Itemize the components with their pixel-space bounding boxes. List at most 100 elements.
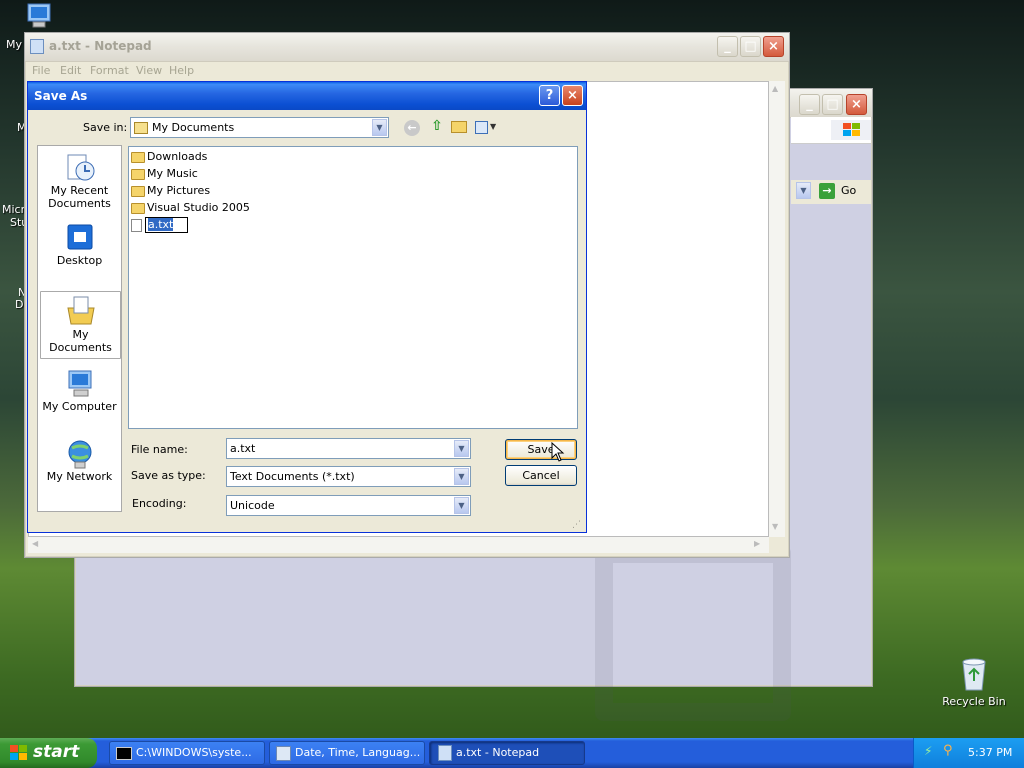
clock[interactable]: 5:37 PM (968, 746, 1012, 759)
scroll-left-icon[interactable]: ◀ (32, 539, 38, 548)
file-name-label: File name: (131, 443, 188, 456)
computer-icon (27, 3, 51, 28)
save-in-dropdown[interactable]: My Documents ▼ (130, 117, 389, 138)
dropdown-arrow-icon[interactable]: ▼ (454, 440, 469, 457)
mouse-cursor-icon (551, 442, 565, 462)
list-item[interactable]: Visual Studio 2005 (131, 200, 250, 216)
file-name: Visual Studio 2005 (147, 201, 250, 214)
menu-view[interactable]: View (136, 64, 162, 77)
menu-file[interactable]: File (32, 64, 50, 77)
save-as-dialog: Save As ? × Save in: My Documents ▼ ← ⇧ … (27, 81, 587, 533)
folder-icon (131, 151, 145, 163)
address-dropdown-arrow[interactable]: ▼ (796, 182, 811, 199)
chevron-down-icon: ▼ (490, 122, 497, 131)
menu-edit[interactable]: Edit (60, 64, 81, 77)
close-button[interactable]: × (562, 85, 583, 106)
recycle-bin-icon (962, 658, 986, 691)
places-bar: My Recent Documents Desktop My Documents… (37, 145, 122, 512)
resize-grip-icon[interactable]: ⋰ (572, 520, 581, 530)
taskbar-item-date-time[interactable]: Date, Time, Languag... (269, 741, 425, 765)
horizontal-scrollbar[interactable]: ◀ ▶ (28, 537, 769, 553)
save-as-type-label: Save as type: (131, 469, 206, 482)
file-name-input[interactable]: a.txt ▼ (226, 438, 471, 459)
up-folder-icon[interactable]: ⇧ (428, 118, 446, 136)
place-desktop[interactable]: Desktop (40, 222, 119, 274)
taskbar-item-cmd[interactable]: C:\WINDOWS\syste... (109, 741, 265, 765)
save-as-type-value: Text Documents (*.txt) (230, 470, 355, 483)
control-panel-icon (276, 745, 291, 761)
minimize-icon: _ (724, 39, 731, 54)
place-label: My Documents (49, 328, 112, 354)
new-folder-icon[interactable] (451, 121, 467, 133)
place-label: Desktop (56, 254, 103, 267)
minimize-button[interactable]: _ (717, 36, 738, 57)
close-button[interactable]: × (846, 94, 867, 115)
windows-logo (831, 120, 871, 140)
encoding-label: Encoding: (132, 497, 187, 510)
folder-icon (131, 202, 145, 214)
place-my-network[interactable]: My Network (40, 438, 119, 494)
save-in-label: Save in: (83, 121, 128, 134)
recycle-bin-desktop-icon[interactable]: Recycle Bin (939, 656, 1009, 708)
taskbar-item-label: a.txt - Notepad (456, 746, 540, 759)
menu-help[interactable]: Help (169, 64, 194, 77)
help-button[interactable]: ? (539, 85, 560, 106)
my-documents-icon (66, 296, 95, 325)
maximize-button[interactable]: □ (740, 36, 761, 57)
console-icon (116, 746, 132, 760)
close-icon: × (768, 39, 779, 54)
go-button[interactable]: → Go (817, 182, 867, 201)
vertical-scrollbar[interactable]: ▲ ▼ (769, 81, 785, 537)
windows-flag-icon (843, 123, 860, 136)
back-icon[interactable]: ← (404, 120, 420, 136)
dropdown-arrow-icon[interactable]: ▼ (454, 468, 469, 485)
taskbar-item-label: C:\WINDOWS\syste... (136, 746, 252, 759)
list-item[interactable]: My Music (131, 166, 198, 182)
dropdown-arrow-icon[interactable]: ▼ (372, 119, 387, 136)
view-grid-icon (475, 121, 488, 134)
place-my-recent-documents[interactable]: My Recent Documents (40, 152, 119, 210)
pictures-folder-icon (131, 185, 145, 197)
menu-format[interactable]: Format (90, 64, 129, 77)
close-button[interactable]: × (763, 36, 784, 57)
close-icon: × (851, 97, 862, 112)
minimize-button[interactable]: _ (799, 94, 820, 115)
system-tray: ⚡ ⚲ 5:37 PM (913, 738, 1024, 768)
my-computer-icon (68, 370, 91, 397)
place-my-documents[interactable]: My Documents (40, 291, 121, 359)
list-item[interactable]: a.txt (131, 217, 189, 233)
save-as-type-select[interactable]: Text Documents (*.txt) ▼ (226, 466, 471, 487)
my-documents-icon (134, 122, 148, 134)
go-arrow-icon: → (819, 183, 835, 199)
search-icon[interactable]: ⚲ (943, 743, 957, 759)
taskbar-item-notepad[interactable]: a.txt - Notepad (429, 741, 585, 765)
encoding-select[interactable]: Unicode ▼ (226, 495, 471, 516)
scroll-down-icon[interactable]: ▼ (772, 522, 778, 531)
list-item[interactable]: My Pictures (131, 183, 210, 199)
dropdown-arrow-icon[interactable]: ▼ (454, 497, 469, 514)
views-menu-icon[interactable]: ▼ (475, 120, 499, 136)
list-item[interactable]: Downloads (131, 149, 207, 165)
watermark-shape (595, 545, 791, 721)
dialog-title: Save As (34, 89, 88, 103)
scroll-right-icon[interactable]: ▶ (754, 539, 760, 548)
notepad-icon (30, 39, 44, 54)
scroll-up-icon[interactable]: ▲ (772, 84, 778, 93)
go-label: Go (841, 184, 857, 197)
network-tray-icon[interactable]: ⚡ (924, 744, 938, 758)
close-icon: × (567, 88, 578, 103)
place-label: My Network (46, 470, 113, 483)
file-list[interactable]: Downloads My Music My Pictures Visual St… (128, 146, 578, 429)
menu-bar: File Edit Format View Help (25, 61, 787, 81)
toolbar-area (791, 117, 871, 144)
my-computer-desktop-icon[interactable] (22, 2, 56, 32)
cancel-button[interactable]: Cancel (505, 465, 577, 486)
place-my-computer[interactable]: My Computer (40, 368, 119, 422)
start-label: start (33, 742, 80, 762)
desktop-icon (67, 224, 92, 250)
file-name-value: a.txt (230, 442, 256, 455)
start-button[interactable]: start (0, 738, 97, 768)
save-button[interactable]: Save (505, 439, 577, 460)
maximize-button[interactable]: □ (822, 94, 843, 115)
rename-input[interactable]: a.txt (145, 217, 189, 233)
